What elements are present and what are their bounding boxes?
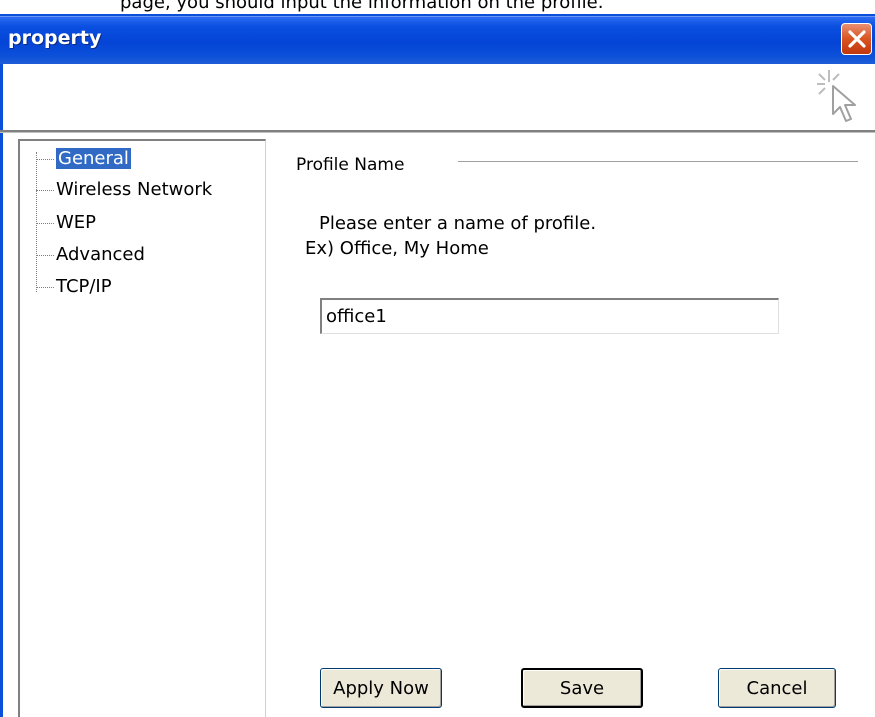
- tree-item-label: Advanced: [56, 244, 145, 265]
- tree-item-label: WEP: [56, 212, 97, 233]
- window-title: property: [8, 27, 102, 49]
- save-button[interactable]: Save: [521, 668, 643, 708]
- tree-item-advanced[interactable]: Advanced: [56, 243, 145, 267]
- window-top-fragment: page, you should input the information o…: [0, 0, 875, 16]
- instruction-text: Please enter a name of profile.: [319, 213, 597, 234]
- example-text: Ex) Office, My Home: [305, 238, 489, 259]
- tree-connector: [36, 287, 54, 288]
- click-cursor-icon: [817, 70, 856, 122]
- tree-item-general[interactable]: General: [56, 147, 131, 171]
- profile-name-input[interactable]: [320, 298, 779, 334]
- tree-item-label: General: [56, 148, 131, 169]
- top-fragment-text: page, you should input the information o…: [120, 0, 604, 13]
- tree-item-label: TCP/IP: [56, 276, 112, 297]
- cancel-button[interactable]: Cancel: [718, 668, 836, 708]
- tree-item-label: Wireless Network: [56, 179, 213, 200]
- tree-item-wep[interactable]: WEP: [56, 211, 96, 235]
- group-divider: [458, 161, 858, 163]
- tree-item-wireless-network[interactable]: Wireless Network: [56, 178, 212, 202]
- tree-connector: [36, 255, 54, 256]
- tree-connector: [36, 159, 54, 160]
- header-panel: [0, 64, 875, 130]
- tree-item-tcp-ip[interactable]: TCP/IP: [56, 275, 112, 299]
- tree-connector: [36, 190, 54, 191]
- tree-connector: [36, 223, 54, 224]
- title-bar[interactable]: property: [0, 16, 875, 64]
- profile-name-group-label: Profile Name: [296, 155, 405, 175]
- settings-tree[interactable]: General Wireless Network WEP Advanced TC…: [18, 139, 266, 717]
- tree-connector: [36, 152, 37, 292]
- apply-now-button[interactable]: Apply Now: [320, 668, 442, 708]
- close-icon: [848, 30, 866, 48]
- close-button[interactable]: [841, 23, 872, 55]
